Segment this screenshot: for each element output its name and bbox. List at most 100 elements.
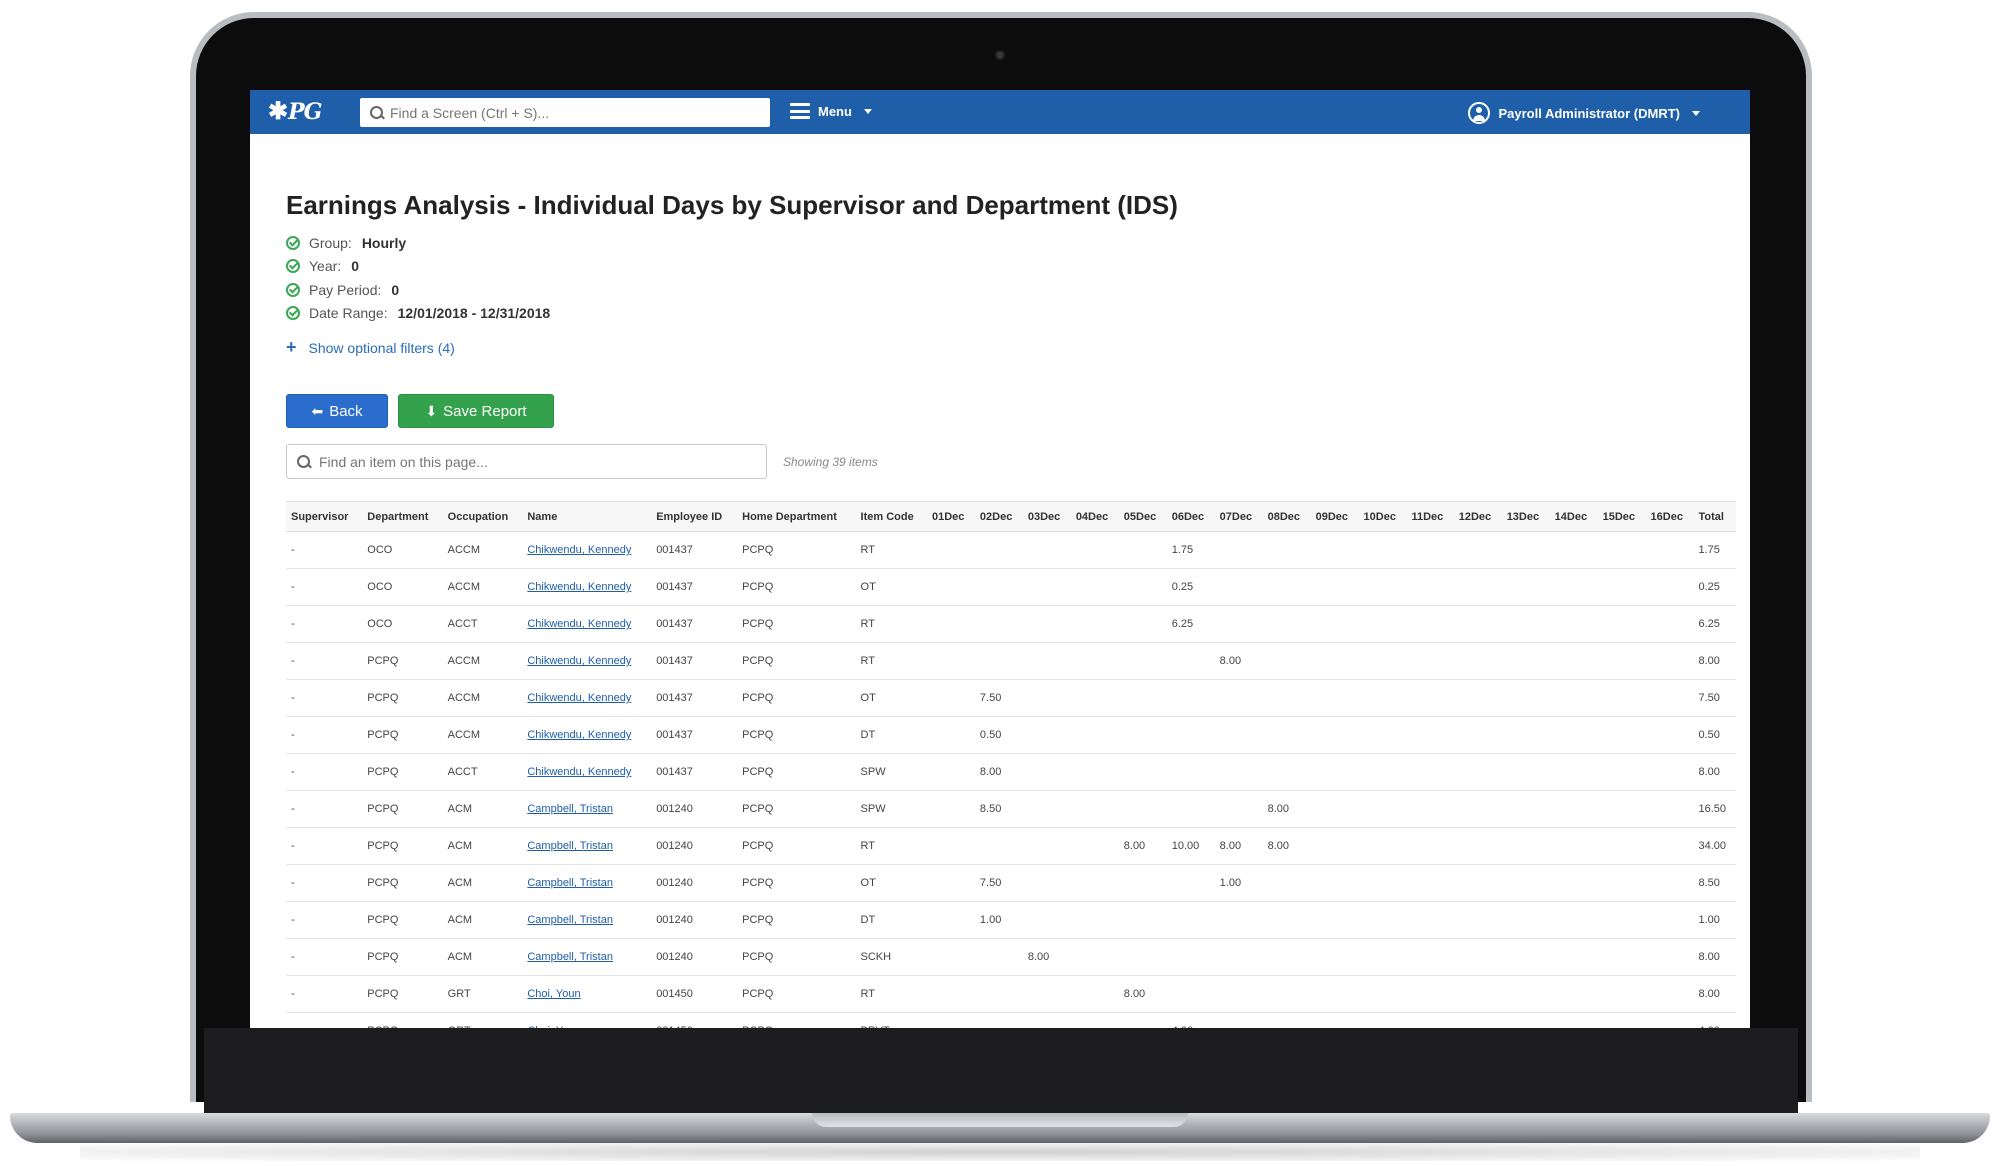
table-row: -PCPQGRTChoi, Youn001450PCPQBRVT4.004.00 <box>286 1012 1736 1028</box>
table-cell: 7.50 <box>1693 679 1736 717</box>
column-header[interactable]: 13Dec <box>1502 502 1550 532</box>
table-cell <box>1549 642 1598 680</box>
table-cell <box>1022 827 1071 865</box>
screen-search-input[interactable] <box>390 104 750 121</box>
filter-value: Hourly <box>361 234 407 251</box>
employee-name-link[interactable]: Campbell, Tristan <box>527 840 613 852</box>
employee-name-link[interactable]: Chikwendu, Kennedy <box>527 692 631 704</box>
employee-name-link[interactable]: Choi, Youn <box>527 1025 580 1028</box>
user-menu[interactable]: Payroll Administrator (DMRT) <box>1468 102 1700 124</box>
employee-name-cell: Campbell, Tristan <box>522 790 652 828</box>
table-cell: ACCM <box>442 679 523 717</box>
column-header[interactable]: 04Dec <box>1071 502 1119 532</box>
filter-label: Group: <box>309 234 352 251</box>
employee-name-link[interactable]: Chikwendu, Kennedy <box>527 766 631 778</box>
table-cell: 16.50 <box>1693 790 1736 828</box>
column-header[interactable]: 08Dec <box>1263 502 1311 532</box>
employee-name-link[interactable]: Chikwendu, Kennedy <box>527 544 631 556</box>
table-cell <box>1310 605 1359 643</box>
table-cell <box>1214 679 1263 717</box>
table-cell <box>1453 827 1502 865</box>
table-cell <box>926 605 975 643</box>
table-cell <box>1262 679 1311 717</box>
app-logo[interactable]: ✱PG <box>268 96 322 125</box>
column-header[interactable]: Name <box>522 502 651 532</box>
table-cell <box>1070 531 1119 569</box>
screen-search-box[interactable] <box>360 98 770 127</box>
table-cell <box>1453 531 1502 569</box>
logo-star-icon: ✱ <box>268 96 288 125</box>
column-header[interactable]: Total <box>1694 502 1737 532</box>
check-circle-icon <box>286 306 300 321</box>
download-icon: ⬇ <box>425 402 438 419</box>
employee-name-link[interactable]: Campbell, Tristan <box>527 951 613 963</box>
table-cell: ACCM <box>442 531 523 569</box>
column-header[interactable]: Occupation <box>443 502 523 532</box>
column-header[interactable]: Department <box>362 502 442 532</box>
table-cell: SPW <box>855 753 927 791</box>
back-button[interactable]: ⬅ Back <box>286 394 388 428</box>
table-cell <box>1022 568 1071 606</box>
table-cell: - <box>286 864 363 902</box>
employee-name-cell: Chikwendu, Kennedy <box>522 716 652 754</box>
table-cell <box>1262 1012 1311 1028</box>
table-cell <box>1406 642 1454 680</box>
save-report-button[interactable]: ⬇ Save Report <box>398 394 554 428</box>
column-header[interactable]: 15Dec <box>1598 502 1646 532</box>
table-cell <box>1358 827 1407 865</box>
page-search-box[interactable] <box>286 444 767 479</box>
table-cell: ACM <box>442 827 523 865</box>
column-header[interactable]: 06Dec <box>1167 502 1215 532</box>
employee-name-link[interactable]: Choi, Youn <box>527 988 580 1000</box>
table-cell <box>1262 864 1311 902</box>
table-cell <box>1262 938 1311 976</box>
column-header[interactable]: Supervisor <box>286 502 362 532</box>
column-header[interactable]: 09Dec <box>1311 502 1359 532</box>
user-label: Payroll Administrator (DMRT) <box>1498 105 1680 121</box>
table-cell <box>1214 753 1263 791</box>
column-header[interactable]: 12Dec <box>1454 502 1502 532</box>
menu-label: Menu <box>818 103 852 119</box>
column-header[interactable]: 07Dec <box>1215 502 1263 532</box>
table-cell <box>1453 642 1502 680</box>
table-row: - OCO ACCM Chikwendu, Kennedy 001437 PCPQ OT 0.… <box>286 568 1736 606</box>
table-cell <box>1310 827 1359 865</box>
employee-name-link[interactable]: Chikwendu, Kennedy <box>527 655 631 667</box>
table-cell <box>1310 864 1359 902</box>
column-header[interactable]: 05Dec <box>1119 502 1167 532</box>
employee-name-cell: Chikwendu, Kennedy <box>522 679 652 717</box>
column-header[interactable]: 16Dec <box>1646 502 1694 532</box>
table-cell: OT <box>855 568 927 606</box>
earnings-table: Supervisor Department Occupation Name Employ… <box>286 501 1736 1028</box>
column-header[interactable]: Home Department <box>737 502 855 532</box>
show-optional-filters-link[interactable]: + Show optional filters (4) <box>286 337 1714 358</box>
employee-name-link[interactable]: Chikwendu, Kennedy <box>527 729 631 741</box>
employee-name-link[interactable]: Chikwendu, Kennedy <box>527 618 631 630</box>
employee-name-link[interactable]: Campbell, Tristan <box>527 803 613 815</box>
table-cell <box>974 531 1023 569</box>
page-search-input[interactable] <box>319 453 759 470</box>
table-cell: 1.00 <box>1693 901 1736 939</box>
employee-name-link[interactable]: Campbell, Tristan <box>527 877 613 889</box>
table-cell <box>1310 716 1359 754</box>
menu-button[interactable]: Menu <box>790 103 872 119</box>
column-header[interactable]: 10Dec <box>1359 502 1407 532</box>
column-header[interactable]: 03Dec <box>1023 502 1071 532</box>
table-cell: SCKH <box>855 938 927 976</box>
table-cell <box>1645 642 1694 680</box>
employee-name-link[interactable]: Campbell, Tristan <box>527 914 613 926</box>
column-header[interactable]: Employee ID <box>651 502 737 532</box>
column-header[interactable]: 02Dec <box>975 502 1023 532</box>
table-cell: - <box>286 679 363 717</box>
table-cell <box>1358 716 1407 754</box>
table-cell: PCPQ <box>737 1012 856 1028</box>
column-header[interactable]: Item Code <box>856 502 927 532</box>
column-header[interactable]: 14Dec <box>1550 502 1598 532</box>
column-header[interactable]: 01Dec <box>927 502 975 532</box>
table-cell: 10.00 <box>1166 827 1215 865</box>
employee-name-link[interactable]: Chikwendu, Kennedy <box>527 581 631 593</box>
table-row: - PCPQ ACCT Chikwendu, Kennedy 001437 PCPQ SPW… <box>286 753 1736 791</box>
table-cell: PCPQ <box>737 938 856 976</box>
column-header[interactable]: 11Dec <box>1406 502 1453 532</box>
table-cell <box>926 568 975 606</box>
